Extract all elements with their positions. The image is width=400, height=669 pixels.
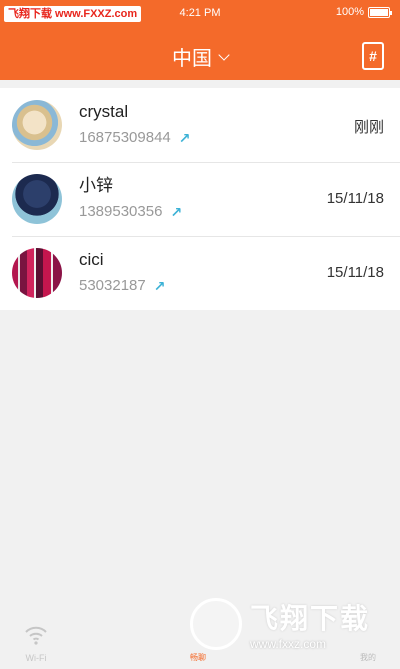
status-bar: 飞翔下载 www.FXXZ.com 4:21 PM 100% bbox=[0, 0, 400, 26]
nav-title: 中国 bbox=[172, 48, 212, 70]
call-time: 15/11/18 bbox=[326, 190, 384, 207]
outgoing-call-icon: ↗ bbox=[153, 278, 166, 294]
avatar bbox=[12, 100, 62, 150]
contact-number: 53032187 bbox=[79, 277, 146, 294]
battery-status: 100% bbox=[335, 6, 392, 18]
contact-number: 1389530356 bbox=[79, 203, 163, 220]
outgoing-call-icon: ↗ bbox=[178, 130, 191, 146]
battery-icon bbox=[368, 6, 392, 18]
navbar: 中国 # bbox=[0, 30, 400, 80]
outgoing-call-icon: ↗ bbox=[170, 204, 183, 220]
dialpad-icon: # bbox=[369, 48, 377, 64]
avatar bbox=[12, 248, 62, 298]
battery-percent: 100% bbox=[335, 6, 364, 18]
logo-icon bbox=[190, 598, 242, 650]
tab-wifi-label: Wi-Fi bbox=[25, 653, 47, 663]
contact-row[interactable]: crystal 16875309844 ↗ 刚刚 bbox=[0, 88, 400, 162]
call-time: 15/11/18 bbox=[326, 264, 384, 281]
chevron-down-icon bbox=[218, 48, 230, 61]
header-bar: 飞翔下载 www.FXXZ.com 4:21 PM 100% 中国 # bbox=[0, 0, 400, 80]
wifi-icon bbox=[25, 626, 47, 645]
contact-name: crystal bbox=[79, 102, 129, 121]
call-time: 刚刚 bbox=[353, 119, 384, 136]
contact-list: crystal 16875309844 ↗ 刚刚 小锌 1389530356 ↗… bbox=[0, 88, 400, 310]
avatar bbox=[12, 174, 62, 224]
dialpad-button[interactable]: # bbox=[362, 42, 384, 70]
watermark-logo: 飞翔下载 www.fxxz.com bbox=[190, 590, 390, 658]
contact-number: 16875309844 bbox=[79, 129, 171, 146]
contact-row[interactable]: cici 53032187 ↗ 15/11/18 bbox=[0, 236, 400, 310]
watermark-title: 飞翔下载 bbox=[250, 603, 371, 634]
contact-row[interactable]: 小锌 1389530356 ↗ 15/11/18 bbox=[0, 162, 400, 236]
region-selector[interactable]: 中国 bbox=[0, 42, 400, 71]
tab-wifi[interactable]: Wi-Fi bbox=[14, 621, 58, 663]
watermark-url: www.fxxz.com bbox=[250, 637, 327, 651]
